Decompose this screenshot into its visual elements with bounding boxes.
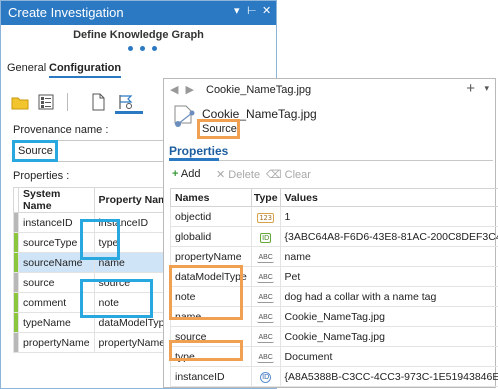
highlight-type-box: [169, 340, 243, 361]
eraser-icon: ⌫: [266, 169, 282, 181]
table-header-row: Names Type Values: [170, 188, 498, 207]
chevron-down-icon[interactable]: ▾: [484, 83, 489, 94]
guid-type-icon: ID: [260, 372, 272, 383]
property-type-cell: ABC: [250, 286, 281, 307]
property-name-cell: instanceID: [170, 366, 252, 387]
highlight-note-datamodeltype-box: [80, 279, 153, 318]
property-name-cell: objectid: [170, 206, 252, 227]
section-underline: [169, 158, 219, 161]
property-type-cell: ABC: [250, 246, 281, 267]
property-type-cell: ID: [250, 226, 281, 247]
folder-icon[interactable]: [11, 93, 29, 111]
table-row[interactable]: propertyName ABC name: [170, 246, 498, 267]
text-type-icon: ABC: [257, 294, 274, 303]
property-value-cell[interactable]: Pet: [279, 266, 498, 287]
property-value-cell[interactable]: {3ABC64A8-F6D6-43E8-81AC-200C8DEF3C4D}: [279, 226, 498, 247]
toolbar-selection-indicator: [115, 111, 143, 114]
column-header-type[interactable]: Type: [250, 188, 281, 207]
text-type-icon: ABC: [257, 354, 274, 363]
property-type-cell: ABC: [250, 266, 281, 287]
text-type-icon: ABC: [257, 274, 274, 283]
delete-button[interactable]: ✕ Delete: [216, 168, 260, 181]
properties-label: Properties :: [13, 170, 70, 182]
text-type-icon: ABC: [257, 254, 274, 263]
table-row[interactable]: instanceID ID {A8A5388B-C3CC-4CC3-973C-1E5…: [170, 366, 498, 387]
property-type-cell: ABC: [250, 326, 281, 347]
pane-title: Create Investigation: [8, 5, 124, 20]
delete-icon: ✕: [216, 169, 226, 181]
property-value-cell[interactable]: dog had a collar with a name tag: [279, 286, 498, 307]
chevron-down-icon[interactable]: ▾: [234, 4, 240, 17]
global-id-type-icon: ID: [260, 232, 272, 243]
provenance-highlight-box: [12, 140, 58, 162]
property-value-cell[interactable]: Cookie_NameTag.jpg: [279, 306, 498, 327]
clear-button[interactable]: ⌫ Clear: [266, 168, 311, 181]
highlight-type-name-box: [80, 219, 120, 260]
text-type-icon: ABC: [257, 314, 274, 323]
system-name-cell: propertyName: [18, 332, 95, 353]
property-type-cell: ABC: [250, 306, 281, 327]
text-type-icon: ABC: [257, 334, 274, 343]
step-dot-3: [152, 46, 157, 51]
breadcrumb: Cookie_NameTag.jpg: [206, 84, 312, 96]
step-dot-2: [140, 46, 145, 51]
property-type-cell: ABC: [250, 346, 281, 367]
property-value-cell[interactable]: Cookie_NameTag.jpg: [279, 326, 498, 347]
close-icon[interactable]: ✕: [262, 4, 271, 17]
property-value-cell[interactable]: name: [279, 246, 498, 267]
wizard-step-title: Define Knowledge Graph: [73, 29, 204, 41]
property-type-cell: 123: [250, 206, 281, 227]
add-icon: +: [172, 168, 179, 180]
table-row[interactable]: globalid ID {3ABC64A8-F6D6-43E8-81AC-200C8…: [170, 226, 498, 247]
properties-section-title[interactable]: Properties: [169, 144, 228, 158]
add-button[interactable]: + Add: [172, 168, 200, 180]
property-name-cell: globalid: [170, 226, 252, 247]
provenance-name-label: Provenance name :: [13, 124, 109, 136]
nav-buttons: ◀ ▶: [170, 83, 194, 96]
item-type-highlight-box: [197, 119, 240, 139]
table-row[interactable]: objectid 123 1: [170, 206, 498, 227]
plus-icon[interactable]: +: [466, 80, 475, 97]
property-value-cell[interactable]: 1: [279, 206, 498, 227]
link-icon[interactable]: [117, 93, 135, 111]
pane-title-bar: Create Investigation ▾ ⊢ ✕: [1, 1, 276, 25]
back-arrow-icon[interactable]: ◀: [170, 84, 178, 96]
column-header-system-name[interactable]: System Name: [18, 187, 95, 213]
property-value-cell[interactable]: Document: [279, 346, 498, 367]
column-header-names[interactable]: Names: [170, 188, 252, 207]
source-document-icon: [174, 105, 195, 127]
list-icon[interactable]: [37, 93, 55, 111]
column-header-values[interactable]: Values: [279, 188, 498, 207]
property-name-cell: propertyName: [170, 246, 252, 267]
number-type-icon: 123: [257, 212, 274, 223]
tab-configuration[interactable]: Configuration: [49, 62, 122, 78]
property-value-cell[interactable]: {A8A5388B-C3CC-4CC3-973C-1E51943846E}: [279, 366, 498, 387]
document-icon[interactable]: [89, 93, 107, 111]
item-details-pane: ◀ ▶ Cookie_NameTag.jpg + ▾ Cookie_NameTa…: [163, 78, 498, 388]
property-type-cell: ID: [250, 366, 281, 387]
tab-general[interactable]: General: [7, 62, 46, 74]
toolbar-divider: [67, 93, 68, 111]
forward-arrow-icon[interactable]: ▶: [186, 84, 194, 96]
step-dot-1: [128, 46, 133, 51]
pin-icon[interactable]: ⊢: [247, 4, 257, 17]
highlight-datamodeltype-note-name-box: [169, 265, 243, 320]
